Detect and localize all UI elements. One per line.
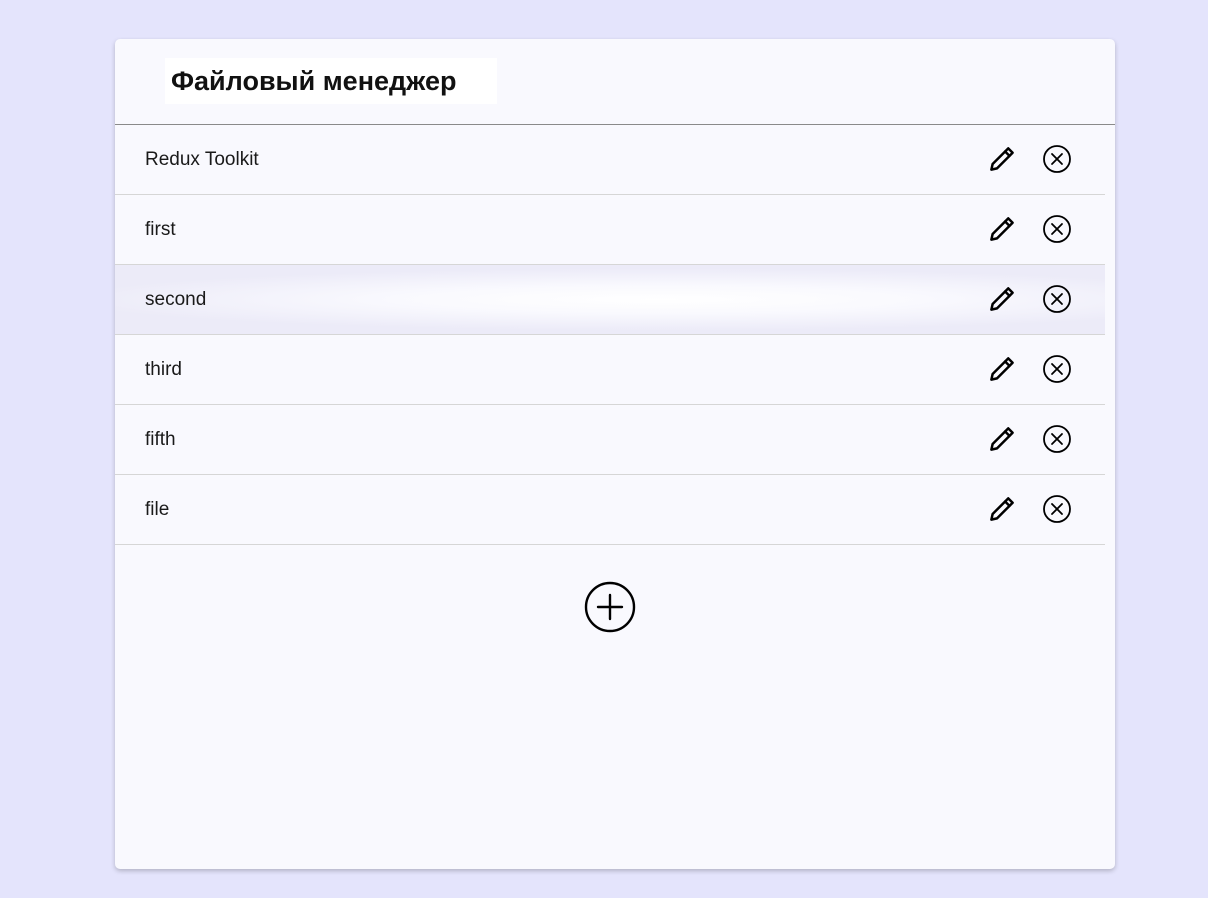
pencil-icon bbox=[990, 427, 1014, 451]
file-name: Redux Toolkit bbox=[145, 149, 259, 170]
add-file-button[interactable] bbox=[582, 579, 638, 635]
file-row[interactable]: fifth bbox=[115, 405, 1105, 475]
close-circle-icon bbox=[1043, 145, 1071, 173]
close-circle-icon bbox=[1043, 495, 1071, 523]
page-title: Файловый менеджер bbox=[165, 58, 497, 104]
close-circle-icon bbox=[1043, 285, 1071, 313]
delete-button[interactable] bbox=[1040, 492, 1074, 526]
header: Файловый менеджер bbox=[115, 39, 1115, 125]
file-row[interactable]: third bbox=[115, 335, 1105, 405]
edit-button[interactable] bbox=[985, 492, 1019, 526]
pencil-icon bbox=[990, 357, 1014, 381]
file-row[interactable]: first bbox=[115, 195, 1105, 265]
close-circle-icon bbox=[1043, 215, 1071, 243]
edit-button[interactable] bbox=[985, 212, 1019, 246]
pencil-icon bbox=[990, 287, 1014, 311]
edit-button[interactable] bbox=[985, 142, 1019, 176]
file-manager-card: Файловый менеджер Redux Toolkit first se… bbox=[115, 39, 1115, 869]
file-row[interactable]: file bbox=[115, 475, 1105, 545]
pencil-icon bbox=[990, 147, 1014, 171]
delete-button[interactable] bbox=[1040, 142, 1074, 176]
pencil-icon bbox=[990, 217, 1014, 241]
file-name: file bbox=[145, 499, 170, 520]
edit-button[interactable] bbox=[985, 352, 1019, 386]
file-name: first bbox=[145, 219, 176, 240]
file-row[interactable]: Redux Toolkit bbox=[115, 125, 1105, 195]
edit-button[interactable] bbox=[985, 282, 1019, 316]
edit-button[interactable] bbox=[985, 422, 1019, 456]
delete-button[interactable] bbox=[1040, 352, 1074, 386]
close-circle-icon bbox=[1043, 425, 1071, 453]
file-row[interactable]: second bbox=[115, 265, 1105, 335]
file-name: second bbox=[145, 289, 207, 310]
file-name: fifth bbox=[145, 429, 176, 450]
file-name: third bbox=[145, 359, 182, 380]
delete-button[interactable] bbox=[1040, 422, 1074, 456]
delete-button[interactable] bbox=[1040, 212, 1074, 246]
file-list: Redux Toolkit first second third fifth f… bbox=[115, 125, 1105, 545]
close-circle-icon bbox=[1043, 355, 1071, 383]
plus-circle-icon bbox=[584, 581, 636, 633]
delete-button[interactable] bbox=[1040, 282, 1074, 316]
pencil-icon bbox=[990, 497, 1014, 521]
